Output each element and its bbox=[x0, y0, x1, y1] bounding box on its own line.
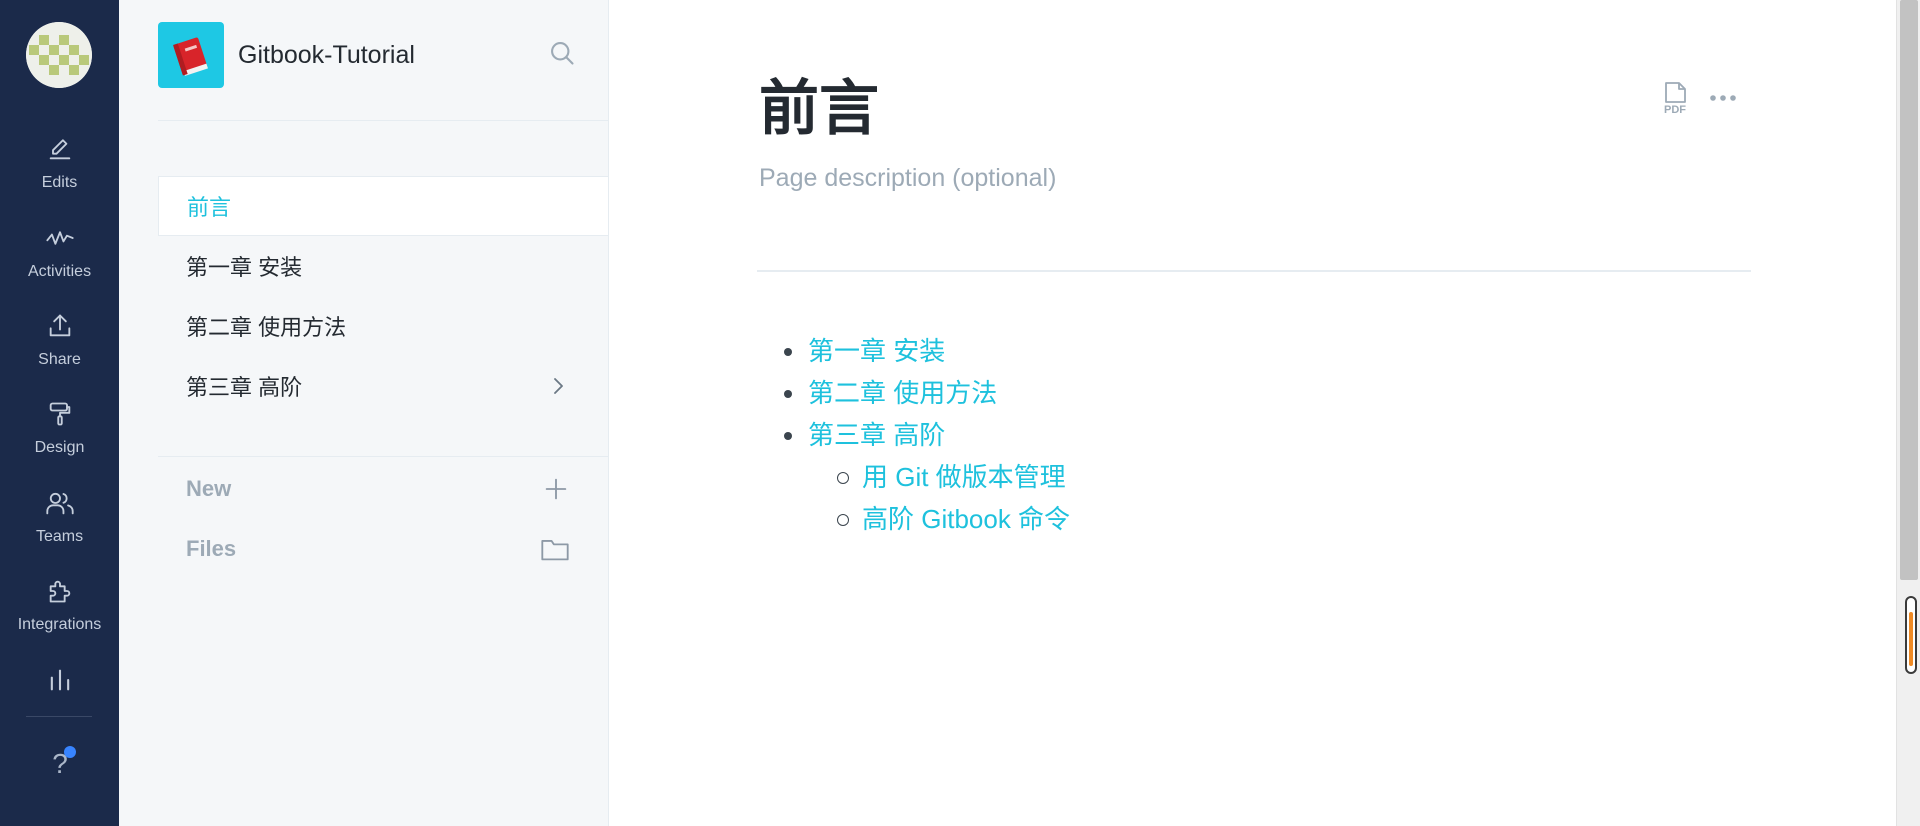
rail-integrations[interactable]: Integrations bbox=[0, 576, 119, 654]
content-divider bbox=[757, 270, 1751, 272]
list-item: 第二章 使用方法 bbox=[759, 372, 1070, 414]
chevron-right-icon[interactable] bbox=[548, 374, 568, 404]
rail-activities-label: Activities bbox=[27, 263, 92, 280]
users-icon bbox=[45, 488, 75, 518]
space-sidebar: Gitbook-Tutorial 前言 第一章 安装 第二章 使用方法 第三章 … bbox=[119, 0, 609, 826]
list-item: 高阶 Gitbook 命令 bbox=[759, 498, 1070, 540]
rail-share-label: Share bbox=[38, 351, 81, 368]
nav-item-label: 前言 bbox=[187, 195, 232, 220]
scrollbar-thumb[interactable] bbox=[1900, 0, 1918, 580]
export-pdf-button[interactable]: PDF bbox=[1657, 80, 1693, 116]
files-button[interactable]: Files bbox=[158, 524, 608, 574]
rail-teams[interactable]: Teams bbox=[0, 488, 119, 566]
list-item: 用 Git 做版本管理 bbox=[759, 456, 1070, 498]
scroll-indicator-bar bbox=[1909, 612, 1913, 666]
page-content: 前言 PDF Page description (optional) 第一章 安… bbox=[610, 0, 1896, 826]
toc-link[interactable]: 高阶 Gitbook 命令 bbox=[862, 504, 1070, 534]
toc-link[interactable]: 第二章 使用方法 bbox=[808, 378, 997, 408]
search-button[interactable] bbox=[542, 35, 582, 75]
header-divider bbox=[158, 120, 608, 121]
page-title[interactable]: 前言 bbox=[759, 60, 879, 147]
rail-divider bbox=[26, 716, 92, 717]
app-rail: Edits Activities Share Design Teams Inte… bbox=[0, 0, 119, 826]
space-header: Gitbook-Tutorial bbox=[158, 22, 608, 88]
pencil-icon bbox=[45, 134, 75, 164]
bar-chart-icon bbox=[45, 665, 75, 695]
new-page-button[interactable]: New bbox=[158, 464, 608, 514]
toc-link[interactable]: 第一章 安装 bbox=[808, 336, 945, 366]
nav-item-preface[interactable]: 前言 bbox=[158, 176, 608, 236]
rail-design[interactable]: Design bbox=[0, 399, 119, 477]
toc-link[interactable]: 用 Git 做版本管理 bbox=[862, 462, 1066, 492]
files-label: Files bbox=[186, 536, 237, 561]
nav-item-label: 第三章 高阶 bbox=[186, 375, 303, 400]
page-description-field[interactable]: Page description (optional) bbox=[759, 164, 1056, 193]
rail-share[interactable]: Share bbox=[0, 311, 119, 389]
search-icon bbox=[548, 39, 576, 72]
nav-item-label: 第一章 安装 bbox=[186, 255, 303, 280]
puzzle-icon bbox=[45, 576, 75, 606]
rail-edits-label: Edits bbox=[41, 174, 78, 191]
scrollbar[interactable] bbox=[1896, 0, 1920, 826]
list-item: 第三章 高阶 bbox=[759, 414, 1070, 456]
ellipsis-icon bbox=[1709, 89, 1737, 107]
rail-activities[interactable]: Activities bbox=[0, 223, 119, 301]
tools-divider bbox=[158, 456, 608, 457]
scroll-indicator bbox=[1905, 596, 1917, 674]
nav-item-label: 第二章 使用方法 bbox=[186, 315, 347, 340]
rail-analytics[interactable] bbox=[0, 665, 119, 705]
org-avatar[interactable] bbox=[26, 22, 92, 88]
rail-teams-label: Teams bbox=[35, 528, 84, 545]
rail-edits[interactable]: Edits bbox=[0, 134, 119, 212]
notification-dot bbox=[64, 746, 76, 758]
toc-link[interactable]: 第三章 高阶 bbox=[808, 420, 945, 450]
nav-item-chapter-1[interactable]: 第一章 安装 bbox=[158, 236, 608, 296]
plus-icon bbox=[542, 475, 570, 509]
pdf-label: PDF bbox=[1664, 104, 1686, 116]
pdf-icon: PDF bbox=[1664, 82, 1686, 116]
nav-item-chapter-2[interactable]: 第二章 使用方法 bbox=[158, 296, 608, 356]
new-label: New bbox=[186, 476, 232, 501]
share-icon bbox=[45, 311, 75, 341]
activity-icon bbox=[45, 223, 75, 253]
rail-integrations-label: Integrations bbox=[17, 616, 102, 633]
help-button[interactable]: ? bbox=[44, 744, 76, 784]
rail-design-label: Design bbox=[34, 439, 85, 456]
book-icon[interactable] bbox=[158, 22, 224, 88]
folder-icon bbox=[540, 535, 570, 569]
space-title[interactable]: Gitbook-Tutorial bbox=[238, 41, 542, 70]
more-options-button[interactable] bbox=[1705, 80, 1741, 116]
list-item: 第一章 安装 bbox=[759, 330, 1070, 372]
paint-roller-icon bbox=[45, 399, 75, 429]
nav-item-chapter-3[interactable]: 第三章 高阶 bbox=[158, 356, 608, 416]
table-of-contents: 第一章 安装 第二章 使用方法 第三章 高阶 用 Git 做版本管理 高阶 Gi… bbox=[759, 330, 1070, 540]
